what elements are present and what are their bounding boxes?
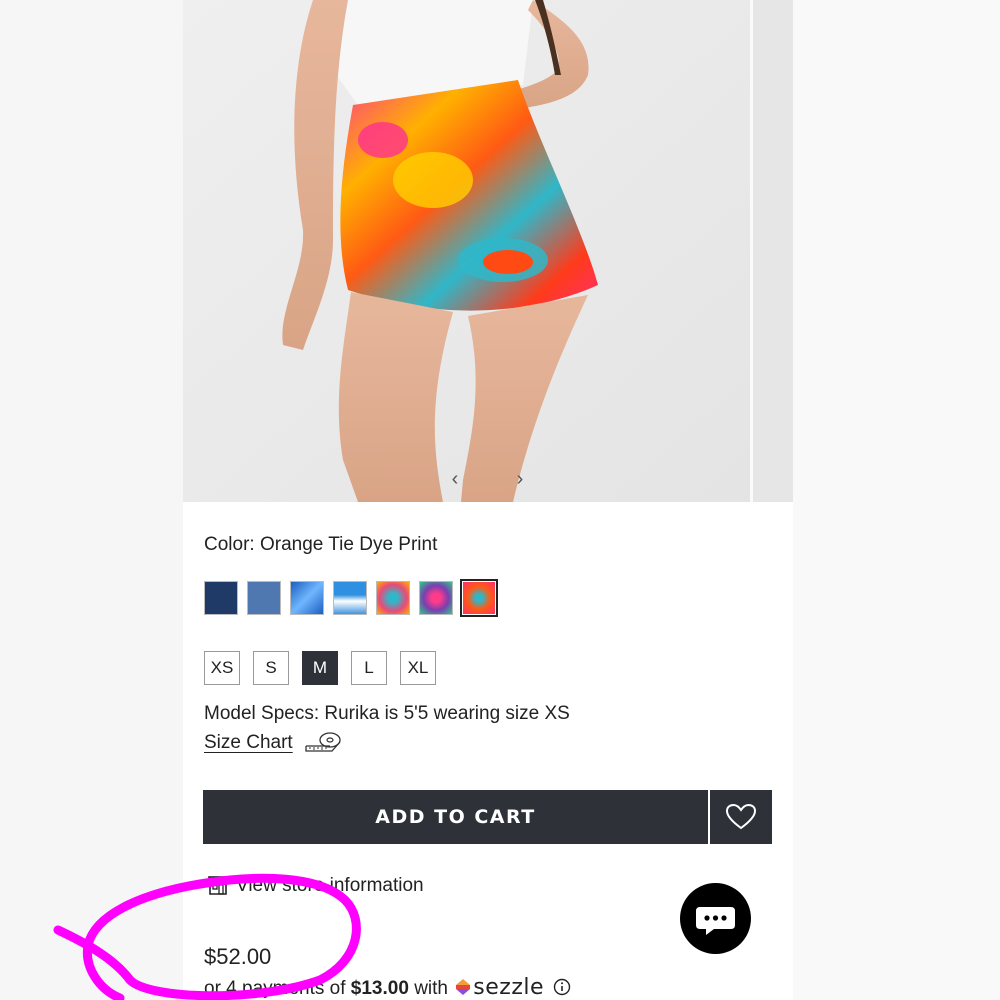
swatch-dark-denim[interactable] (204, 581, 238, 615)
chevron-right-icon[interactable]: › (507, 466, 533, 492)
next-slide-peek (753, 0, 793, 502)
page-background-right (793, 0, 1000, 1000)
installment-amount: $13.00 (350, 978, 409, 999)
store-icon (208, 876, 228, 895)
heart-icon (726, 804, 756, 830)
size-xs-button[interactable]: XS (204, 651, 240, 685)
chat-icon (696, 907, 735, 935)
add-to-cart-button[interactable]: ADD TO CART (203, 790, 708, 844)
product-image-carousel[interactable]: ‹ › (183, 0, 793, 502)
chevron-left-icon[interactable]: ‹ (442, 466, 468, 492)
chat-button[interactable] (680, 883, 751, 954)
product-image (183, 0, 750, 502)
color-swatches (204, 579, 498, 617)
size-xl-button[interactable]: XL (400, 651, 436, 685)
swatch-purple-tie-dye[interactable] (419, 581, 453, 615)
size-chart-link[interactable]: Size Chart (204, 732, 293, 754)
size-m-button[interactable]: M (302, 651, 338, 685)
model-specs: Model Specs: Rurika is 5'5 wearing size … (204, 703, 570, 724)
swatch-sky-clouds[interactable] (333, 581, 367, 615)
info-icon[interactable] (553, 978, 571, 996)
swatch-pink-tie-dye[interactable] (376, 581, 410, 615)
color-label: Color: Orange Tie Dye Print (204, 534, 438, 555)
view-store-information-link[interactable]: View store information (236, 875, 424, 897)
sezzle-installments[interactable]: or 4 payments of $13.00 with sezzle (204, 975, 571, 1000)
swatch-light-denim[interactable] (247, 581, 281, 615)
size-s-button[interactable]: S (253, 651, 289, 685)
installments-prefix: or 4 payments of (204, 978, 351, 999)
size-options: XS S M L XL (204, 651, 436, 685)
sezzle-logo-icon (456, 979, 471, 995)
model-photo-illustration (183, 0, 750, 502)
wishlist-button[interactable] (710, 790, 772, 844)
sezzle-wordmark: sezzle (473, 975, 545, 1000)
size-l-button[interactable]: L (351, 651, 387, 685)
swatch-blue-marble[interactable] (290, 581, 324, 615)
installments-middle: with (408, 978, 454, 999)
swatch-orange-tie-dye[interactable] (460, 579, 498, 617)
product-price: $52.00 (204, 944, 272, 969)
tape-measure-icon[interactable] (304, 730, 342, 754)
